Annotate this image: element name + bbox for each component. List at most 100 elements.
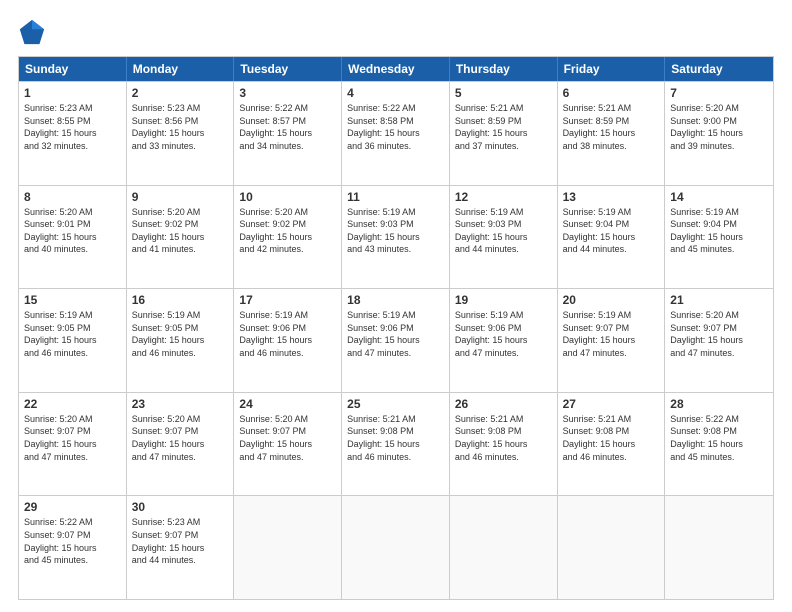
day-number: 23 (132, 397, 229, 411)
day-info: Sunrise: 5:20 AMSunset: 9:02 PMDaylight:… (239, 206, 336, 256)
day-number: 26 (455, 397, 552, 411)
calendar-cell: 24 Sunrise: 5:20 AMSunset: 9:07 PMDayligh… (234, 393, 342, 496)
calendar-cell: 6 Sunrise: 5:21 AMSunset: 8:59 PMDaylight… (558, 82, 666, 185)
day-info: Sunrise: 5:19 AMSunset: 9:06 PMDaylight:… (455, 309, 552, 359)
day-info: Sunrise: 5:19 AMSunset: 9:05 PMDaylight:… (24, 309, 121, 359)
calendar-body: 1 Sunrise: 5:23 AMSunset: 8:55 PMDaylight… (19, 81, 773, 599)
calendar-cell (558, 496, 666, 599)
calendar-cell (342, 496, 450, 599)
calendar-cell (665, 496, 773, 599)
day-number: 25 (347, 397, 444, 411)
day-number: 5 (455, 86, 552, 100)
calendar-header-cell: Saturday (665, 57, 773, 81)
day-info: Sunrise: 5:19 AMSunset: 9:04 PMDaylight:… (670, 206, 768, 256)
day-number: 15 (24, 293, 121, 307)
calendar-header: SundayMondayTuesdayWednesdayThursdayFrid… (19, 57, 773, 81)
day-number: 19 (455, 293, 552, 307)
day-number: 7 (670, 86, 768, 100)
day-info: Sunrise: 5:20 AMSunset: 9:01 PMDaylight:… (24, 206, 121, 256)
day-info: Sunrise: 5:19 AMSunset: 9:06 PMDaylight:… (239, 309, 336, 359)
day-info: Sunrise: 5:19 AMSunset: 9:03 PMDaylight:… (347, 206, 444, 256)
day-number: 12 (455, 190, 552, 204)
day-info: Sunrise: 5:23 AMSunset: 8:55 PMDaylight:… (24, 102, 121, 152)
calendar-header-cell: Wednesday (342, 57, 450, 81)
day-info: Sunrise: 5:19 AMSunset: 9:03 PMDaylight:… (455, 206, 552, 256)
day-number: 13 (563, 190, 660, 204)
day-number: 14 (670, 190, 768, 204)
calendar-cell: 10 Sunrise: 5:20 AMSunset: 9:02 PMDayligh… (234, 186, 342, 289)
day-number: 17 (239, 293, 336, 307)
day-info: Sunrise: 5:22 AMSunset: 9:07 PMDaylight:… (24, 516, 121, 566)
calendar-cell: 19 Sunrise: 5:19 AMSunset: 9:06 PMDayligh… (450, 289, 558, 392)
day-number: 6 (563, 86, 660, 100)
calendar-header-cell: Thursday (450, 57, 558, 81)
day-info: Sunrise: 5:22 AMSunset: 9:08 PMDaylight:… (670, 413, 768, 463)
day-info: Sunrise: 5:21 AMSunset: 8:59 PMDaylight:… (455, 102, 552, 152)
day-number: 2 (132, 86, 229, 100)
calendar-cell: 2 Sunrise: 5:23 AMSunset: 8:56 PMDaylight… (127, 82, 235, 185)
day-number: 10 (239, 190, 336, 204)
calendar-cell: 3 Sunrise: 5:22 AMSunset: 8:57 PMDaylight… (234, 82, 342, 185)
day-info: Sunrise: 5:20 AMSunset: 9:07 PMDaylight:… (239, 413, 336, 463)
calendar-cell: 9 Sunrise: 5:20 AMSunset: 9:02 PMDaylight… (127, 186, 235, 289)
calendar-cell: 20 Sunrise: 5:19 AMSunset: 9:07 PMDayligh… (558, 289, 666, 392)
day-info: Sunrise: 5:19 AMSunset: 9:05 PMDaylight:… (132, 309, 229, 359)
day-number: 22 (24, 397, 121, 411)
day-number: 30 (132, 500, 229, 514)
day-number: 3 (239, 86, 336, 100)
day-info: Sunrise: 5:21 AMSunset: 9:08 PMDaylight:… (563, 413, 660, 463)
calendar-cell: 1 Sunrise: 5:23 AMSunset: 8:55 PMDaylight… (19, 82, 127, 185)
calendar-cell: 17 Sunrise: 5:19 AMSunset: 9:06 PMDayligh… (234, 289, 342, 392)
calendar-header-cell: Sunday (19, 57, 127, 81)
header (18, 18, 774, 46)
calendar-week: 22 Sunrise: 5:20 AMSunset: 9:07 PMDayligh… (19, 392, 773, 496)
calendar-cell: 4 Sunrise: 5:22 AMSunset: 8:58 PMDaylight… (342, 82, 450, 185)
day-info: Sunrise: 5:19 AMSunset: 9:06 PMDaylight:… (347, 309, 444, 359)
day-number: 4 (347, 86, 444, 100)
page: SundayMondayTuesdayWednesdayThursdayFrid… (0, 0, 792, 612)
logo-icon (18, 18, 46, 46)
day-info: Sunrise: 5:20 AMSunset: 9:07 PMDaylight:… (24, 413, 121, 463)
day-info: Sunrise: 5:20 AMSunset: 9:02 PMDaylight:… (132, 206, 229, 256)
calendar-cell (450, 496, 558, 599)
calendar-cell: 8 Sunrise: 5:20 AMSunset: 9:01 PMDaylight… (19, 186, 127, 289)
day-info: Sunrise: 5:21 AMSunset: 8:59 PMDaylight:… (563, 102, 660, 152)
calendar-cell: 21Sunrise: 5:20 AMSunset: 9:07 PMDayligh… (665, 289, 773, 392)
day-number: 8 (24, 190, 121, 204)
day-number: 11 (347, 190, 444, 204)
calendar-cell: 5 Sunrise: 5:21 AMSunset: 8:59 PMDaylight… (450, 82, 558, 185)
day-info: Sunrise: 5:20 AMSunset: 9:07 PMDaylight:… (132, 413, 229, 463)
day-number: 1 (24, 86, 121, 100)
calendar-cell: 18 Sunrise: 5:19 AMSunset: 9:06 PMDayligh… (342, 289, 450, 392)
day-info: Sunrise: 5:23 AMSunset: 8:56 PMDaylight:… (132, 102, 229, 152)
calendar-cell: 12 Sunrise: 5:19 AMSunset: 9:03 PMDayligh… (450, 186, 558, 289)
day-number: 27 (563, 397, 660, 411)
calendar-cell: 25Sunrise: 5:21 AMSunset: 9:08 PMDayligh… (342, 393, 450, 496)
day-number: 9 (132, 190, 229, 204)
calendar-week: 1 Sunrise: 5:23 AMSunset: 8:55 PMDaylight… (19, 81, 773, 185)
day-info: Sunrise: 5:19 AMSunset: 9:04 PMDaylight:… (563, 206, 660, 256)
calendar-cell: 16 Sunrise: 5:19 AMSunset: 9:05 PMDayligh… (127, 289, 235, 392)
day-info: Sunrise: 5:22 AMSunset: 8:57 PMDaylight:… (239, 102, 336, 152)
calendar-cell: 27 Sunrise: 5:21 AMSunset: 9:08 PMDayligh… (558, 393, 666, 496)
day-number: 20 (563, 293, 660, 307)
day-number: 16 (132, 293, 229, 307)
day-info: Sunrise: 5:21 AMSunset: 9:08 PMDaylight:… (455, 413, 552, 463)
day-number: 21 (670, 293, 768, 307)
calendar-week: 8 Sunrise: 5:20 AMSunset: 9:01 PMDaylight… (19, 185, 773, 289)
calendar-header-cell: Monday (127, 57, 235, 81)
day-info: Sunrise: 5:22 AMSunset: 8:58 PMDaylight:… (347, 102, 444, 152)
day-info: Sunrise: 5:20 AMSunset: 9:00 PMDaylight:… (670, 102, 768, 152)
calendar-cell: 29Sunrise: 5:22 AMSunset: 9:07 PMDayligh… (19, 496, 127, 599)
day-info: Sunrise: 5:19 AMSunset: 9:07 PMDaylight:… (563, 309, 660, 359)
calendar: SundayMondayTuesdayWednesdayThursdayFrid… (18, 56, 774, 600)
day-number: 28 (670, 397, 768, 411)
day-number: 24 (239, 397, 336, 411)
calendar-header-cell: Friday (558, 57, 666, 81)
calendar-cell: 13 Sunrise: 5:19 AMSunset: 9:04 PMDayligh… (558, 186, 666, 289)
calendar-cell: 30Sunrise: 5:23 AMSunset: 9:07 PMDayligh… (127, 496, 235, 599)
day-number: 18 (347, 293, 444, 307)
calendar-cell: 7 Sunrise: 5:20 AMSunset: 9:00 PMDaylight… (665, 82, 773, 185)
calendar-cell: 22 Sunrise: 5:20 AMSunset: 9:07 PMDayligh… (19, 393, 127, 496)
calendar-cell: 14 Sunrise: 5:19 AMSunset: 9:04 PMDayligh… (665, 186, 773, 289)
